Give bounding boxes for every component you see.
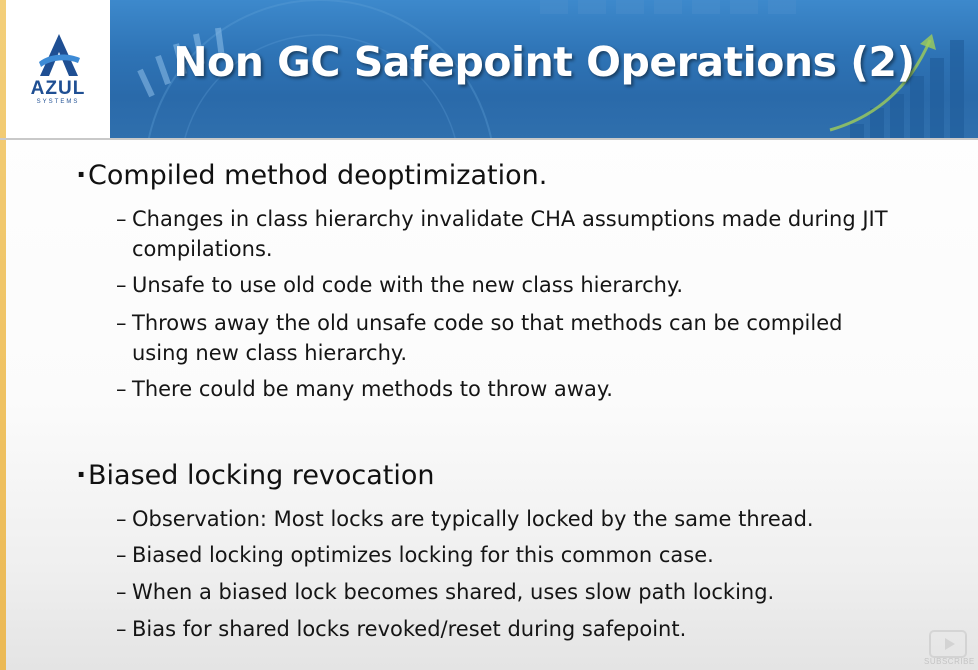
bullet-heading-text: Compiled method deoptimization.: [88, 160, 548, 191]
list-item-text: Biased locking optimizes locking for thi…: [132, 543, 714, 567]
list-item-continuation: using new class hierarchy.: [132, 341, 407, 365]
list-item: – Biased locking optimizes locking for th…: [116, 540, 714, 570]
list-item-text: Throws away the old unsafe code so that …: [132, 311, 843, 335]
list-item: – Bias for shared locks revoked/reset dur…: [116, 614, 686, 644]
list-item: – When a biased lock becomes shared, uses…: [116, 577, 774, 607]
bullet-heading: ·Compiled method deoptimization.: [76, 160, 547, 191]
list-item-text: Bias for shared locks revoked/reset duri…: [132, 617, 687, 641]
bullet-dot-icon: ·: [76, 460, 87, 491]
list-item-text: When a biased lock becomes shared, uses …: [132, 580, 775, 604]
dash-icon: –: [116, 507, 127, 531]
bullet-heading-text: Biased locking revocation: [88, 460, 435, 491]
dash-icon: –: [116, 617, 127, 641]
dash-icon: –: [116, 543, 127, 567]
list-item-text: Observation: Most locks are typically lo…: [132, 507, 814, 531]
slide-content: ·Compiled method deoptimization. – Change…: [0, 0, 978, 670]
youtube-subscribe-icon[interactable]: [929, 630, 967, 658]
list-item: – Unsafe to use old code with the new cla…: [116, 270, 683, 300]
list-item: – There could be many methods to throw aw…: [116, 374, 613, 404]
subscribe-label[interactable]: SUBSCRIBE: [924, 657, 974, 666]
list-item-text: Unsafe to use old code with the new clas…: [132, 273, 684, 297]
list-item: – Changes in class hierarchy invalidate C…: [116, 204, 888, 264]
dash-icon: –: [116, 273, 127, 297]
bullet-dot-icon: ·: [76, 160, 87, 191]
dash-icon: –: [116, 311, 127, 335]
list-item: – Observation: Most locks are typically l…: [116, 504, 814, 534]
list-item-text: Changes in class hierarchy invalidate CH…: [132, 207, 888, 231]
list-item: – Throws away the old unsafe code so that…: [116, 308, 842, 368]
list-item-text: There could be many methods to throw awa…: [132, 377, 613, 401]
list-item-continuation: compilations.: [132, 237, 273, 261]
dash-icon: –: [116, 377, 127, 401]
bullet-heading: ·Biased locking revocation: [76, 460, 435, 491]
slide: AZUL SYSTEMS Non GC Safepoint Operations…: [0, 0, 978, 670]
dash-icon: –: [116, 580, 127, 604]
dash-icon: –: [116, 207, 127, 231]
